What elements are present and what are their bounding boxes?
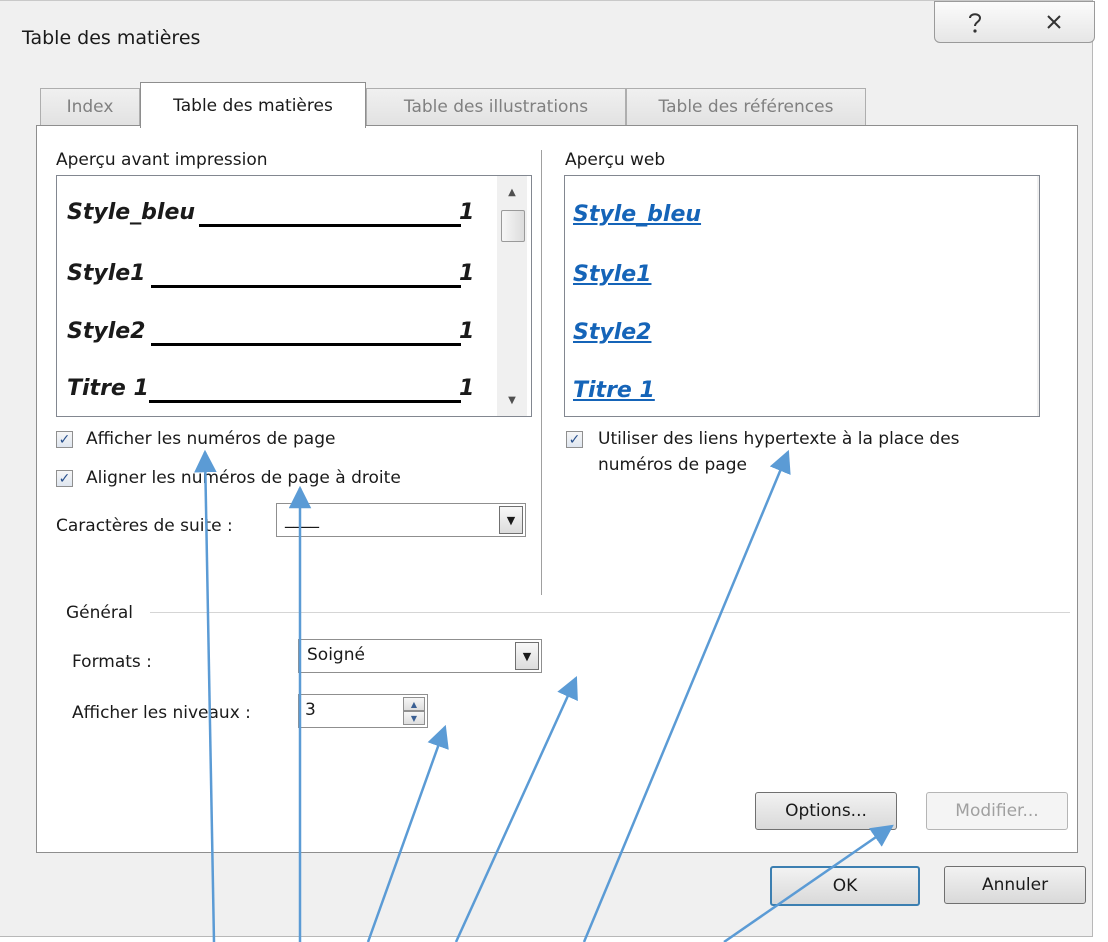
scroll-up-icon[interactable]: ▲	[497, 180, 527, 204]
spin-up-icon[interactable]: ▲	[403, 697, 425, 711]
levels-spinner[interactable]: 3 ▲ ▼	[298, 694, 428, 728]
formats-select[interactable]: Soigné ▼	[298, 639, 542, 673]
levels-value: 3	[305, 700, 316, 720]
tab-leader-line	[151, 285, 461, 288]
print-preview-page-number: 1	[459, 261, 475, 286]
modify-button[interactable]: Modifier...	[926, 792, 1068, 830]
tab-table-des-references[interactable]: Table des références	[626, 88, 866, 125]
general-group-title: Général	[66, 603, 133, 623]
scroll-up-icon[interactable]: ▲	[1037, 180, 1039, 204]
tab-table-des-matieres-label: Table des matières	[173, 95, 333, 116]
tab-leader-label: Caractères de suite :	[56, 516, 233, 536]
print-preview-label: Aperçu avant impression	[56, 150, 268, 170]
use-hyperlinks-label-line1[interactable]: Utiliser des liens hypertexte à la place…	[598, 429, 960, 449]
close-button[interactable]	[1014, 1, 1095, 43]
web-preview-link[interactable]: Titre 1	[573, 378, 655, 403]
print-preview-entry: Style_bleu	[67, 200, 196, 225]
help-button[interactable]	[934, 1, 1016, 43]
levels-label: Afficher les niveaux :	[72, 703, 251, 723]
scroll-down-icon[interactable]: ▼	[1037, 388, 1039, 412]
formats-label: Formats :	[72, 652, 152, 672]
checkmark-icon: ✓	[58, 431, 71, 448]
formats-value: Soigné	[307, 645, 365, 665]
tab-leader-line	[151, 343, 461, 346]
ok-button[interactable]: OK	[770, 866, 920, 906]
tab-index[interactable]: Index	[40, 88, 140, 125]
web-preview-link[interactable]: Style2	[573, 320, 651, 345]
title-bar: Table des matières	[0, 0, 1095, 71]
tab-table-des-matieres[interactable]: Table des matières	[140, 82, 366, 128]
web-preview-link[interactable]: Style1	[573, 262, 651, 287]
tab-table-des-illustrations[interactable]: Table des illustrations	[366, 88, 626, 125]
print-preview-page-number: 1	[459, 319, 475, 344]
print-preview-page-number: 1	[459, 200, 475, 225]
show-page-numbers-checkbox[interactable]: ✓	[56, 431, 73, 448]
tab-leader-value: ____	[285, 509, 319, 529]
use-hyperlinks-checkbox[interactable]: ✓	[566, 431, 583, 448]
general-group-line	[150, 612, 1070, 613]
section-divider	[541, 150, 542, 595]
chevron-down-icon[interactable]: ▼	[515, 642, 539, 670]
right-align-numbers-label[interactable]: Aligner les numéros de page à droite	[86, 468, 401, 488]
checkmark-icon: ✓	[568, 431, 581, 448]
web-preview-label: Aperçu web	[565, 150, 666, 170]
print-preview-entry: Titre 1	[67, 376, 149, 401]
cancel-button[interactable]: Annuler	[944, 866, 1086, 904]
close-icon	[1047, 15, 1061, 29]
options-button[interactable]: Options...	[755, 792, 897, 830]
web-preview-scrollbar[interactable]: ▲ ▼	[1037, 176, 1039, 416]
tab-leader-line	[149, 400, 461, 403]
tab-leader-select[interactable]: ____ ▼	[276, 503, 526, 537]
help-icon	[969, 13, 982, 33]
print-preview-scrollbar[interactable]: ▲ ▼	[497, 176, 527, 416]
web-preview-link[interactable]: Style_bleu	[573, 202, 701, 227]
use-hyperlinks-label-line2[interactable]: numéros de page	[598, 455, 747, 475]
print-preview-entry: Style1	[67, 261, 146, 286]
chevron-down-icon[interactable]: ▼	[499, 506, 523, 534]
spin-down-icon[interactable]: ▼	[403, 711, 425, 725]
dialog-title: Table des matières	[22, 27, 201, 49]
print-preview-box[interactable]: Style_bleu 1 Style1 1 Style2 1 Titre 1 1…	[56, 175, 532, 417]
right-align-numbers-checkbox[interactable]: ✓	[56, 470, 73, 487]
scroll-thumb[interactable]	[501, 210, 525, 242]
print-preview-entry: Style2	[67, 319, 146, 344]
print-preview-page-number: 1	[459, 376, 475, 401]
dialog-window: Table des matières Index Table des matiè…	[0, 0, 1095, 937]
tab-leader-line	[199, 224, 461, 227]
show-page-numbers-label[interactable]: Afficher les numéros de page	[86, 429, 335, 449]
scroll-down-icon[interactable]: ▼	[497, 388, 527, 412]
checkmark-icon: ✓	[58, 470, 71, 487]
web-preview-box[interactable]: Style_bleu Style1 Style2 Titre 1 ▲ ▼	[564, 175, 1040, 417]
